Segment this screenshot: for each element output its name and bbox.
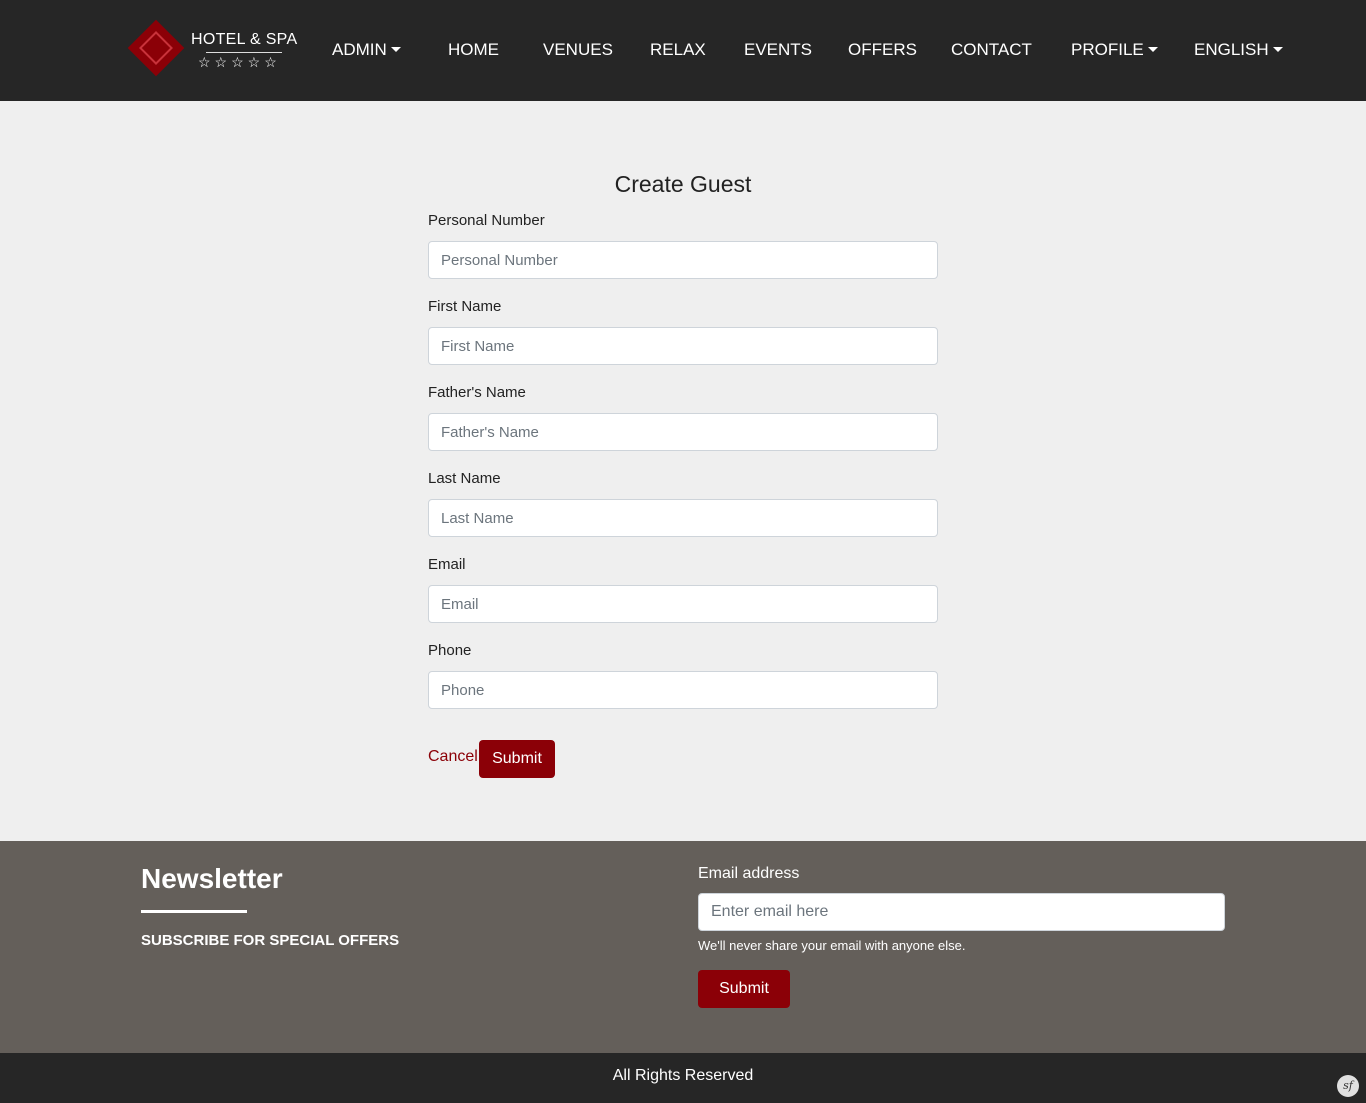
nav-item-label: VENUES [543, 40, 613, 59]
last-name-input[interactable] [428, 499, 938, 537]
nav-item-label: ADMIN [332, 40, 387, 59]
footer-copyright: All Rights Reserved [612, 1067, 754, 1084]
hotel-logo[interactable]: HOTEL & SPA ☆☆☆☆☆ [127, 19, 298, 80]
newsletter-email-input[interactable] [698, 893, 1225, 931]
cancel-link[interactable]: Cancel [428, 748, 478, 766]
caret-down-icon [1147, 47, 1158, 52]
footer: All Rights Reserved sf [0, 1053, 1366, 1103]
personal-number-input[interactable] [428, 241, 938, 279]
newsletter-submit-button[interactable]: Submit [698, 970, 790, 1008]
nav-item-venues[interactable]: VENUES [543, 40, 613, 60]
logo-stars-icon: ☆☆☆☆☆ [198, 54, 281, 70]
newsletter-title: Newsletter [141, 863, 283, 894]
nav-item-profile[interactable]: PROFILE [1071, 40, 1158, 60]
nav-item-label: CONTACT [951, 40, 1032, 59]
first-name-label: First Name [428, 298, 502, 315]
newsletter-title-underline [141, 910, 247, 913]
newsletter-section: Newsletter SUBSCRIBE FOR SPECIAL OFFERS … [0, 841, 1366, 1053]
nav-item-label: RELAX [650, 40, 706, 59]
nav-item-contact[interactable]: CONTACT [951, 40, 1032, 60]
page-title: Create Guest [614, 171, 752, 197]
last-name-label: Last Name [428, 470, 501, 487]
personal-number-label: Personal Number [428, 212, 545, 229]
nav-item-label: OFFERS [848, 40, 917, 59]
newsletter-email-label: Email address [698, 865, 800, 882]
nav-item-relax[interactable]: RELAX [650, 40, 706, 60]
caret-down-icon [390, 47, 401, 52]
nav-item-events[interactable]: EVENTS [744, 40, 812, 60]
newsletter-subtitle: SUBSCRIBE FOR SPECIAL OFFERS [141, 932, 400, 949]
phone-label: Phone [428, 642, 472, 659]
fathers-name-input[interactable] [428, 413, 938, 451]
top-navbar: HOTEL & SPA ☆☆☆☆☆ ADMIN HOME VENUES RELA… [0, 0, 1366, 101]
fathers-name-label: Father's Name [428, 384, 526, 401]
first-name-input[interactable] [428, 327, 938, 365]
submit-button[interactable]: Submit [479, 740, 555, 778]
nav-item-admin[interactable]: ADMIN [332, 40, 401, 60]
nav-item-home[interactable]: HOME [448, 40, 499, 60]
email-label: Email [428, 556, 466, 573]
symfony-debug-icon[interactable]: sf [1337, 1075, 1359, 1097]
logo-text: HOTEL & SPA [191, 31, 298, 48]
nav-item-label: HOME [448, 40, 499, 59]
nav-item-label: ENGLISH [1194, 40, 1269, 59]
email-input[interactable] [428, 585, 938, 623]
caret-down-icon [1272, 47, 1283, 52]
phone-input[interactable] [428, 671, 938, 709]
logo-divider [206, 52, 282, 53]
nav-item-language[interactable]: ENGLISH [1194, 40, 1283, 60]
nav-item-offers[interactable]: OFFERS [848, 40, 917, 60]
nav-item-label: EVENTS [744, 40, 813, 59]
newsletter-help-text: We'll never share your email with anyone… [698, 938, 966, 953]
nav-item-label: PROFILE [1071, 40, 1144, 59]
